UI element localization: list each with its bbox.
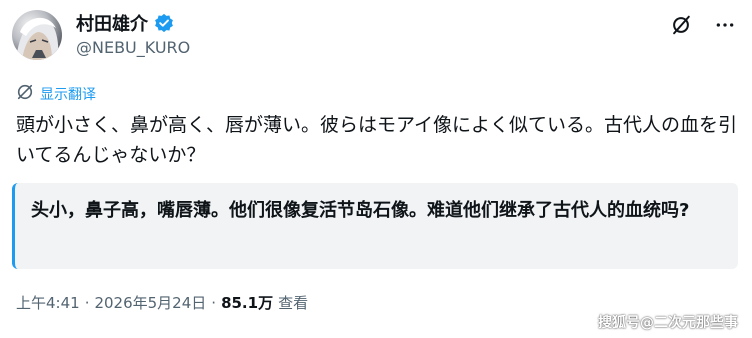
author-display-name[interactable]: 村田雄介 bbox=[76, 10, 148, 36]
show-translation-button[interactable]: 显示翻译 bbox=[16, 83, 96, 105]
author-name-row: 村田雄介 bbox=[76, 10, 174, 36]
tweet-meta: 上午4:41 · 2026年5月24日 · 85.1万 查看 bbox=[16, 292, 308, 313]
avatar[interactable] bbox=[12, 10, 62, 60]
views-count: 85.1万 bbox=[221, 294, 274, 312]
meta-separator: · bbox=[84, 293, 90, 312]
header-actions bbox=[668, 12, 738, 38]
more-dots-icon[interactable] bbox=[712, 12, 738, 38]
tweet-text: 頭が小さく、鼻が高く、唇が薄い。彼らはモアイ像によく似ている。古代人の血を引いて… bbox=[16, 114, 738, 166]
meta-separator: · bbox=[211, 293, 217, 312]
tweet-date[interactable]: 2026年5月24日 bbox=[94, 292, 206, 313]
show-translation-label[interactable]: 显示翻译 bbox=[40, 84, 96, 104]
author-handle[interactable]: @NEBU_KURO bbox=[76, 38, 190, 57]
watermark: 搜狐号@二次元那些事 bbox=[598, 315, 738, 331]
slashed-circle-icon[interactable] bbox=[668, 12, 694, 38]
translate-icon bbox=[16, 83, 34, 105]
verified-badge-icon bbox=[154, 13, 174, 33]
tweet-time[interactable]: 上午4:41 bbox=[16, 292, 80, 313]
translation-box: 头小，鼻子高，嘴唇薄。他们很像复活节岛石像。难道他们继承了古代人的血统吗? bbox=[12, 183, 738, 269]
views-label: 查看 bbox=[278, 294, 309, 312]
translation-text: 头小，鼻子高，嘴唇薄。他们很像复活节岛石像。难道他们继承了古代人的血统吗? bbox=[31, 200, 690, 221]
